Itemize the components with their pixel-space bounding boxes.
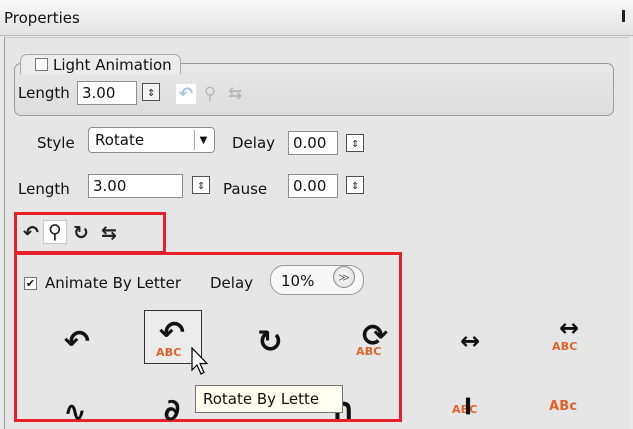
up-down-spinner-icon: ⇕ — [197, 177, 205, 193]
effect-circle-by-letter-abc: ABC — [356, 345, 382, 358]
rotate-pin-icon[interactable]: ⚲ — [43, 220, 67, 244]
style-label: Style — [37, 134, 75, 152]
effect-rotate-icon[interactable]: ↶ — [55, 322, 99, 362]
repeat-icon[interactable]: ⇆ — [98, 223, 120, 243]
effect-circle-icon[interactable]: ↻ — [248, 322, 292, 362]
effect-rotate-by-letter-abc: ABC — [156, 346, 182, 359]
light-length-field[interactable]: 3.00 — [77, 81, 137, 105]
delay-label: Delay — [232, 134, 276, 152]
header-edge-marker — [622, 10, 625, 22]
effect-figure-icon[interactable]: ∂ — [152, 393, 192, 429]
light-length-spinner[interactable]: ⇕ — [142, 83, 160, 101]
light-animation-label: Light Animation — [53, 55, 172, 74]
effect-small-abc[interactable]: ABc — [549, 399, 577, 414]
up-down-spinner-icon: ⇕ — [351, 135, 359, 151]
up-down-spinner-icon: ⇕ — [147, 84, 155, 100]
length-field[interactable]: 3.00 — [88, 174, 183, 198]
panel-title: Properties — [4, 9, 80, 27]
up-down-spinner-icon: ⇕ — [351, 177, 359, 193]
effect-swing-icon[interactable]: ↔ — [450, 327, 490, 355]
letter-delay-value: 10% — [281, 272, 315, 290]
pause-spinner[interactable]: ⇕ — [346, 176, 364, 194]
length-label: Length — [18, 180, 70, 198]
double-chevron-down-icon[interactable]: ≫ — [333, 266, 355, 288]
rotate-circle-icon[interactable]: ↻ — [71, 223, 91, 243]
effect-wave-icon[interactable]: ∿ — [57, 395, 93, 429]
rotate-left-icon[interactable]: ↶ — [176, 84, 196, 104]
delay-spinner[interactable]: ⇕ — [346, 134, 364, 152]
rotate-pin-icon[interactable]: ⚲ — [200, 84, 220, 104]
style-select[interactable]: Rotate ▼ — [88, 127, 215, 153]
pause-label: Pause — [223, 180, 268, 198]
pause-field[interactable]: 0.00 — [288, 174, 338, 198]
chevron-down-icon[interactable]: ▼ — [194, 130, 212, 150]
light-animation-legend[interactable]: Light Animation — [20, 54, 181, 74]
panel-header: Properties — [0, 0, 633, 36]
repeat-icon[interactable]: ⇆ — [224, 84, 246, 104]
effect-swing-by-letter-icon[interactable]: ↔ — [549, 316, 589, 340]
light-animation-checkbox[interactable] — [35, 58, 48, 71]
animate-by-letter-label: Animate By Letter — [45, 274, 182, 292]
mouse-cursor-icon — [191, 347, 209, 375]
letter-delay-label: Delay — [210, 274, 254, 292]
length-spinner[interactable]: ⇕ — [192, 176, 210, 194]
rotate-left-icon[interactable]: ↶ — [21, 223, 41, 243]
delay-field[interactable]: 0.00 — [288, 131, 338, 155]
effect-text-cursor-icon[interactable]: 𝐈 — [460, 393, 476, 423]
style-select-value: Rotate — [95, 131, 145, 149]
animate-by-letter-checkbox[interactable]: ✔ — [24, 277, 37, 290]
tooltip-text: Rotate By Lette — [203, 390, 320, 408]
light-length-label: Length — [18, 84, 70, 102]
effect-swing-by-letter-abc: ABC — [552, 340, 578, 353]
tooltip: Rotate By Lette — [195, 385, 343, 413]
